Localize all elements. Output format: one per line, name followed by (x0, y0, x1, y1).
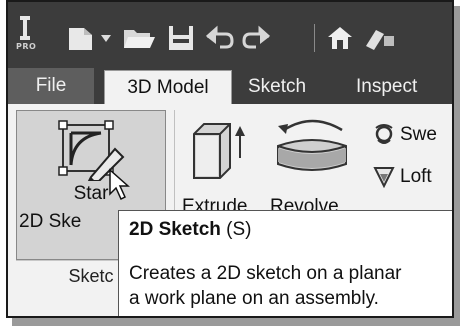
extrude-icon[interactable] (188, 118, 248, 184)
home-icon[interactable] (326, 24, 354, 52)
tab-sketch[interactable]: Sketch (248, 70, 306, 104)
logo-pro-text: PRO (16, 42, 37, 51)
appearance-icon[interactable] (362, 24, 396, 52)
application-window: PRO File 3D Model Sketch Inspect Star 2D… (6, 0, 454, 318)
tooltip-desc-line1: Creates a 2D sketch on a planar (129, 263, 402, 284)
open-folder-icon[interactable] (122, 24, 156, 52)
loft-icon[interactable] (372, 164, 396, 188)
inventor-pro-logo: PRO (16, 16, 40, 54)
save-icon[interactable] (168, 24, 194, 52)
sweep-icon[interactable] (372, 122, 396, 146)
start-sketch-label-line1: Star (73, 183, 109, 204)
loft-label[interactable]: Loft (400, 166, 432, 188)
mouse-pointer-icon (109, 168, 130, 201)
tooltip: 2D Sketch (S) Creates a 2D sketch on a p… (118, 210, 452, 316)
tab-inspect[interactable]: Inspect (356, 70, 417, 104)
tab-file[interactable]: File (8, 68, 94, 104)
tooltip-title: 2D Sketch (S) (129, 219, 251, 241)
window-shadow-right (454, 6, 460, 326)
window-shadow-bottom (12, 318, 458, 326)
tooltip-desc-line2: a work plane on an assembly. (129, 288, 379, 309)
tooltip-shortcut: (S) (226, 219, 252, 240)
tab-3d-model[interactable]: 3D Model (104, 70, 232, 104)
new-file-icon[interactable] (66, 24, 96, 52)
tooltip-command-name: 2D Sketch (129, 219, 221, 240)
tooltip-description: Creates a 2D sketch on a planar a work p… (129, 261, 402, 311)
redo-icon[interactable] (242, 24, 272, 52)
undo-icon[interactable] (204, 24, 234, 52)
revolve-icon[interactable] (270, 112, 356, 182)
sweep-label[interactable]: Swe (400, 124, 437, 146)
quick-access-toolbar: PRO (8, 2, 452, 64)
toolbar-separator (314, 24, 315, 52)
dropdown-arrow-icon[interactable] (100, 34, 112, 44)
ribbon-tabs: File 3D Model Sketch Inspect (8, 64, 452, 104)
